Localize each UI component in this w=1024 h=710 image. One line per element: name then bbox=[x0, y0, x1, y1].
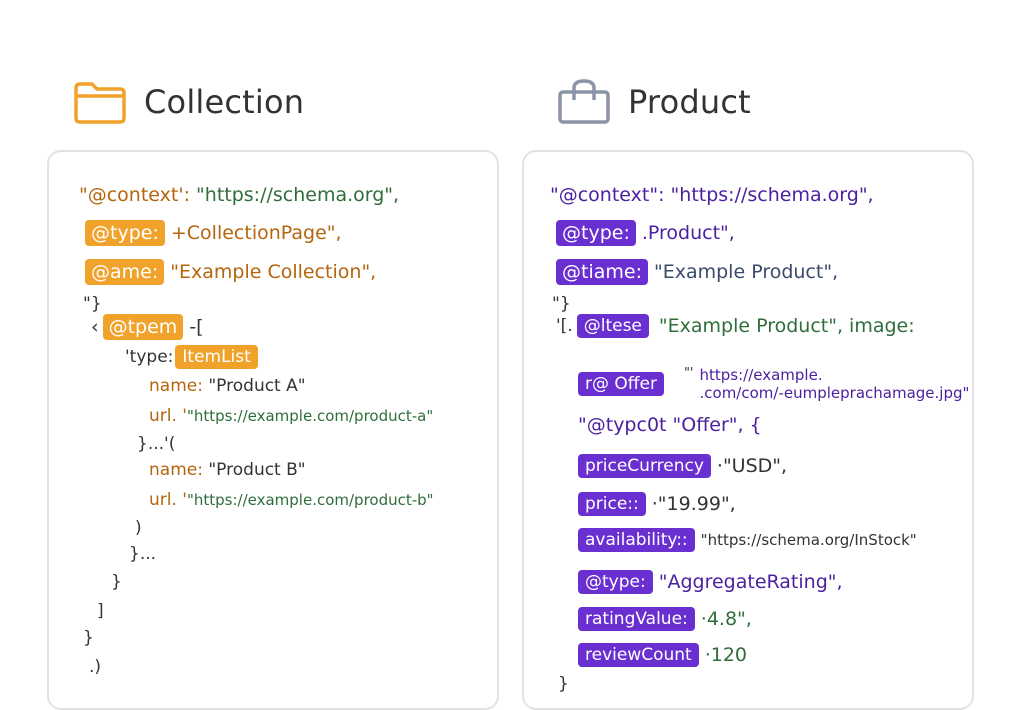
item-tag: @tpem bbox=[102, 314, 184, 340]
rating-value-tag: ratingValue: bbox=[578, 607, 695, 631]
code-line-rating-type: @type: "AggregateRating", bbox=[578, 570, 843, 594]
code-line-offer: r@ Offer "' https://example. .com/com/-e… bbox=[578, 366, 969, 402]
type-value: +CollectionPage", bbox=[170, 222, 342, 244]
code-line-item: ‹ @tpem -[ bbox=[91, 314, 204, 340]
type-tag: @type: bbox=[556, 220, 636, 246]
code-line-product-a-name: name: "Product A" bbox=[149, 376, 306, 396]
code-line-item: '[. @ltese "Example Product", image: bbox=[556, 314, 915, 338]
code-line-price: price:: ·"19.99", bbox=[578, 492, 736, 516]
code-line-separator: }...'( bbox=[137, 434, 176, 454]
code-line-context: "@context": "https://schema.org", bbox=[550, 184, 874, 206]
context-key: "@context': bbox=[79, 184, 190, 206]
type-tag: @type: bbox=[85, 220, 165, 246]
code-line-product-b-name: name: "Product B" bbox=[149, 460, 306, 480]
price-tag: price:: bbox=[578, 492, 646, 516]
folder-icon bbox=[74, 82, 126, 124]
review-count-tag: reviewCount bbox=[578, 643, 699, 667]
product-title: Product bbox=[628, 83, 751, 121]
name-value: "Example Collection", bbox=[170, 261, 377, 283]
code-line-itemlist: 'type: ItemList bbox=[125, 345, 264, 369]
collection-header: Collection bbox=[72, 78, 304, 126]
offer-tag: r@ Offer bbox=[578, 372, 664, 396]
code-line-context: "@context': "https://schema.org", bbox=[79, 184, 399, 206]
shopping-bag-icon bbox=[558, 79, 610, 124]
code-line-name: @tiame: "Example Product", bbox=[556, 259, 838, 285]
code-line-price-currency: priceCurrency ·"USD", bbox=[578, 454, 787, 478]
code-line-offer-type: "@typc0t "Offer", { bbox=[578, 414, 762, 436]
name-tag: @tiame: bbox=[556, 259, 648, 285]
rating-type-tag: @type: bbox=[578, 570, 653, 594]
itemlist-tag: ItemList bbox=[175, 345, 258, 369]
code-line-brace: "} bbox=[83, 294, 102, 314]
code-line-type: @type: +CollectionPage", bbox=[85, 220, 342, 246]
item-tag: @ltese bbox=[576, 314, 649, 338]
code-line-product-b-url: url. ' "https://example.com/product-b" bbox=[149, 490, 434, 510]
collection-title: Collection bbox=[144, 83, 305, 121]
code-line-name: @ame: "Example Collection", bbox=[85, 259, 376, 285]
code-line-type: @type: .Product", bbox=[556, 220, 735, 246]
code-line-product-a-url: url. ' "https://example.com/product-a" bbox=[149, 406, 434, 426]
code-line-rating-value: ratingValue: ·4.8", bbox=[578, 607, 752, 631]
price-currency-tag: priceCurrency bbox=[578, 454, 711, 478]
product-header: Product bbox=[556, 78, 751, 126]
availability-tag: availability:: bbox=[578, 528, 695, 552]
context-value: "https://schema.org", bbox=[196, 184, 400, 206]
code-line-review-count: reviewCount ·120 bbox=[578, 643, 747, 667]
collection-code-card: "@context': "https://schema.org", @type:… bbox=[47, 150, 499, 710]
code-line-availability: availability:: "https://schema.org/InSto… bbox=[578, 528, 917, 552]
product-code-card: "@context": "https://schema.org", @type:… bbox=[522, 150, 974, 710]
name-tag: @ame: bbox=[85, 259, 165, 285]
